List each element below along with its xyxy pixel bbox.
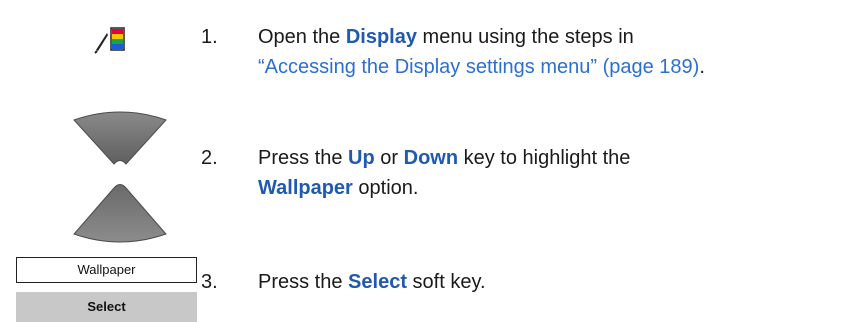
step-text: Open the Display menu using the steps in… [258, 22, 705, 82]
keyword-select: Select [348, 271, 407, 293]
text: Press the [258, 271, 349, 293]
keyword-down: Down [403, 147, 459, 169]
step-number: 2. [201, 147, 218, 169]
step-line: Press the Select soft key. [258, 267, 486, 297]
step-line: Press the Up or Down key to highlight th… [258, 143, 630, 173]
step-number: 1. [201, 26, 218, 48]
keyword-wallpaper: Wallpaper [258, 177, 353, 199]
step-line: “Accessing the Display settings menu” (p… [258, 52, 705, 82]
text: menu using the steps in [417, 26, 634, 48]
keyword-display: Display [345, 26, 417, 48]
keyword-up: Up [348, 147, 375, 169]
text: . [699, 56, 705, 78]
up-key-icon [73, 111, 167, 165]
down-key-icon [73, 184, 167, 243]
text: Press the [258, 147, 349, 169]
display-settings-icon [93, 24, 127, 54]
cross-reference-link[interactable]: “Accessing the Display settings menu” (p… [258, 56, 699, 78]
step-line: Wallpaper option. [258, 173, 630, 203]
text: option. [352, 177, 419, 199]
step-text: Press the Up or Down key to highlight th… [258, 143, 630, 203]
text: soft key. [406, 271, 486, 293]
step-line: Open the Display menu using the steps in [258, 22, 705, 52]
softkey-screen-label: Wallpaper [16, 257, 197, 283]
text: key to highlight the [458, 147, 631, 169]
step-text: Press the Select soft key. [258, 267, 486, 297]
select-softkey[interactable]: Select [16, 292, 197, 322]
navigation-keys [70, 110, 170, 258]
text: Open the [258, 26, 346, 48]
text: or [374, 147, 404, 169]
step-number: 3. [201, 271, 218, 293]
